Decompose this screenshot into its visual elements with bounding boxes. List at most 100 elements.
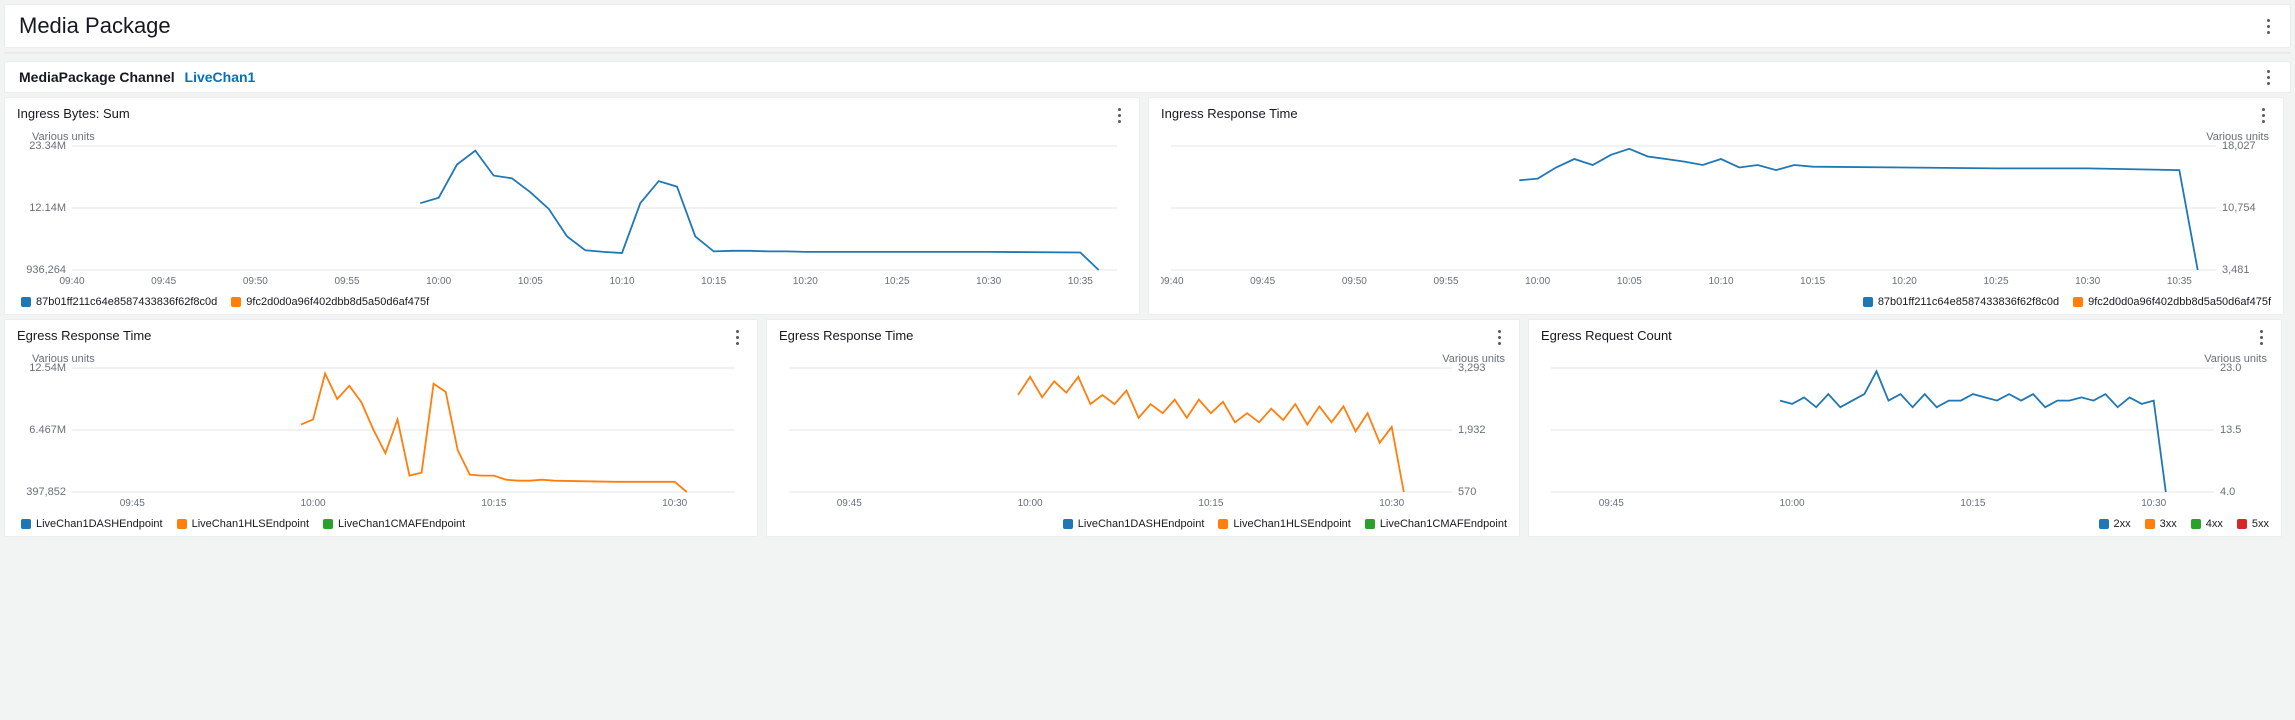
legend-swatch bbox=[2237, 519, 2247, 529]
svg-text:10:00: 10:00 bbox=[426, 276, 451, 287]
svg-text:09:45: 09:45 bbox=[151, 276, 176, 287]
legend-label: 4xx bbox=[2206, 518, 2223, 530]
svg-text:10:30: 10:30 bbox=[2075, 276, 2100, 287]
legend-label: LiveChan1CMAFEndpoint bbox=[338, 518, 465, 530]
legend-swatch bbox=[1863, 297, 1873, 307]
panel-egress-rt-left: Egress Response Time Various units12.54M… bbox=[4, 319, 758, 537]
legend-swatch bbox=[177, 519, 187, 529]
svg-text:10:10: 10:10 bbox=[609, 276, 634, 287]
legend-item[interactable]: LiveChan1DASHEndpoint bbox=[1063, 518, 1205, 530]
svg-text:3,293: 3,293 bbox=[1458, 362, 1486, 374]
legend-item[interactable]: LiveChan1CMAFEndpoint bbox=[323, 518, 465, 530]
svg-text:09:45: 09:45 bbox=[1599, 498, 1624, 509]
legend-swatch bbox=[2145, 519, 2155, 529]
channel-link[interactable]: LiveChan1 bbox=[185, 69, 256, 85]
svg-text:10:00: 10:00 bbox=[1780, 498, 1805, 509]
chart-ingress-bytes: Various units23.34M12.14M936,26409:4009:… bbox=[17, 128, 1127, 292]
legend-egress-req: 2xx 3xx 4xx 5xx bbox=[1541, 514, 2269, 530]
legend-label: 2xx bbox=[2114, 518, 2131, 530]
svg-text:12.14M: 12.14M bbox=[29, 202, 66, 214]
svg-text:23.0: 23.0 bbox=[2220, 362, 2241, 374]
legend-item[interactable]: LiveChan1CMAFEndpoint bbox=[1365, 518, 1507, 530]
svg-text:397,852: 397,852 bbox=[26, 486, 66, 498]
chart-egress-req: Various units23.013.54.009:4510:0010:151… bbox=[1541, 350, 2269, 514]
channel-header-menu[interactable] bbox=[2260, 68, 2276, 86]
chart-egress-rt-left: Various units12.54M6.467M397,85209:4510:… bbox=[17, 350, 745, 514]
svg-text:10:30: 10:30 bbox=[662, 498, 687, 509]
svg-text:09:55: 09:55 bbox=[334, 276, 359, 287]
legend-label: 3xx bbox=[2160, 518, 2177, 530]
svg-text:10:20: 10:20 bbox=[1892, 276, 1917, 287]
svg-text:13.5: 13.5 bbox=[2220, 424, 2241, 436]
legend-swatch bbox=[1218, 519, 1228, 529]
panel-menu[interactable] bbox=[2255, 106, 2271, 124]
legend-item[interactable]: LiveChan1DASHEndpoint bbox=[21, 518, 163, 530]
legend-label: 87b01ff211c64e8587433836f62f8c0d bbox=[1878, 296, 2059, 308]
svg-text:10:15: 10:15 bbox=[1800, 276, 1825, 287]
svg-text:10:35: 10:35 bbox=[2167, 276, 2192, 287]
svg-text:10:00: 10:00 bbox=[1018, 498, 1043, 509]
legend-item[interactable]: LiveChan1HLSEndpoint bbox=[1218, 518, 1350, 530]
legend-label: LiveChan1DASHEndpoint bbox=[1078, 518, 1205, 530]
legend-swatch bbox=[2073, 297, 2083, 307]
svg-text:3,481: 3,481 bbox=[2222, 264, 2250, 276]
legend-swatch bbox=[1063, 519, 1073, 529]
svg-text:12.54M: 12.54M bbox=[29, 362, 66, 374]
svg-text:570: 570 bbox=[1458, 486, 1476, 498]
legend-item[interactable]: 9fc2d0d0a96f402dbb8d5a50d6af475f bbox=[2073, 296, 2271, 308]
panel-egress-req: Egress Request Count Various units23.013… bbox=[1528, 319, 2282, 537]
svg-text:10:30: 10:30 bbox=[976, 276, 1001, 287]
panel-ingress-bytes: Ingress Bytes: Sum Various units23.34M12… bbox=[4, 97, 1140, 315]
svg-text:23.34M: 23.34M bbox=[29, 140, 66, 152]
legend-label: LiveChan1HLSEndpoint bbox=[1233, 518, 1350, 530]
panel-egress-rt-mid: Egress Response Time Various units3,2931… bbox=[766, 319, 1520, 537]
svg-text:09:45: 09:45 bbox=[1250, 276, 1275, 287]
svg-text:4.0: 4.0 bbox=[2220, 486, 2235, 498]
panel-title: Ingress Response Time bbox=[1161, 106, 1298, 121]
svg-text:10:35: 10:35 bbox=[1068, 276, 1093, 287]
legend-item[interactable]: 87b01ff211c64e8587433836f62f8c0d bbox=[21, 296, 217, 308]
channel-label: MediaPackage Channel bbox=[19, 69, 175, 85]
panel-title: Egress Response Time bbox=[779, 328, 913, 343]
legend-item[interactable]: 87b01ff211c64e8587433836f62f8c0d bbox=[1863, 296, 2059, 308]
legend-item[interactable]: 4xx bbox=[2191, 518, 2223, 530]
panel-ingress-rt: Ingress Response Time Various units18,02… bbox=[1148, 97, 2284, 315]
svg-text:10:10: 10:10 bbox=[1708, 276, 1733, 287]
svg-text:10:25: 10:25 bbox=[884, 276, 909, 287]
svg-text:6.467M: 6.467M bbox=[29, 424, 66, 436]
legend-item[interactable]: 2xx bbox=[2099, 518, 2131, 530]
svg-text:10:05: 10:05 bbox=[518, 276, 543, 287]
legend-swatch bbox=[2099, 519, 2109, 529]
svg-text:09:55: 09:55 bbox=[1433, 276, 1458, 287]
svg-text:10:30: 10:30 bbox=[2141, 498, 2166, 509]
legend-swatch bbox=[21, 297, 31, 307]
svg-text:10:30: 10:30 bbox=[1379, 498, 1404, 509]
panel-menu[interactable] bbox=[2253, 328, 2269, 346]
legend-item[interactable]: 9fc2d0d0a96f402dbb8d5a50d6af475f bbox=[231, 296, 429, 308]
legend-label: 9fc2d0d0a96f402dbb8d5a50d6af475f bbox=[246, 296, 429, 308]
panel-menu[interactable] bbox=[729, 328, 745, 346]
legend-item[interactable]: LiveChan1HLSEndpoint bbox=[177, 518, 309, 530]
legend-item[interactable]: 3xx bbox=[2145, 518, 2177, 530]
svg-text:10:05: 10:05 bbox=[1617, 276, 1642, 287]
svg-text:09:45: 09:45 bbox=[120, 498, 145, 509]
legend-swatch bbox=[1365, 519, 1375, 529]
panel-menu[interactable] bbox=[1111, 106, 1127, 124]
svg-text:09:40: 09:40 bbox=[1161, 276, 1184, 287]
svg-text:09:50: 09:50 bbox=[1342, 276, 1367, 287]
page-title: Media Package bbox=[19, 13, 171, 39]
panel-menu[interactable] bbox=[1491, 328, 1507, 346]
svg-text:09:50: 09:50 bbox=[243, 276, 268, 287]
svg-text:10,754: 10,754 bbox=[2222, 202, 2256, 214]
svg-text:10:15: 10:15 bbox=[701, 276, 726, 287]
legend-item[interactable]: 5xx bbox=[2237, 518, 2269, 530]
svg-text:10:20: 10:20 bbox=[793, 276, 818, 287]
panel-title: Ingress Bytes: Sum bbox=[17, 106, 130, 121]
page-header-menu[interactable] bbox=[2260, 17, 2276, 35]
svg-text:1,932: 1,932 bbox=[1458, 424, 1486, 436]
legend-label: LiveChan1CMAFEndpoint bbox=[1380, 518, 1507, 530]
legend-egress-rt-mid: LiveChan1DASHEndpoint LiveChan1HLSEndpoin… bbox=[779, 514, 1507, 530]
svg-text:10:00: 10:00 bbox=[301, 498, 326, 509]
legend-ingress-rt: 87b01ff211c64e8587433836f62f8c0d 9fc2d0d0… bbox=[1161, 292, 2271, 308]
chart-egress-rt-mid: Various units3,2931,93257009:4510:0010:1… bbox=[779, 350, 1507, 514]
